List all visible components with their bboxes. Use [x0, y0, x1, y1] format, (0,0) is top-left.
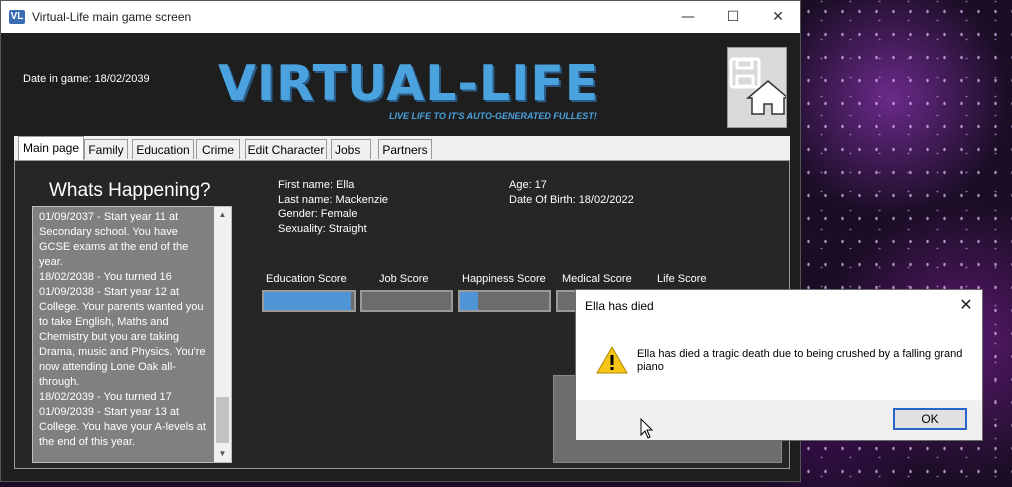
tagline: LIVE LIFE TO IT'S AUTO-GENERATED FULLEST… — [389, 111, 597, 121]
log-entry: 18/02/2038 - You turned 16 — [39, 271, 172, 283]
character-age-info: Age: 17 Date Of Birth: 18/02/2022 — [509, 178, 634, 207]
tab-strip: Main page Family Education Crime Edit Ch… — [14, 136, 790, 160]
age: Age: 17 — [509, 179, 547, 191]
education-score-bar — [262, 290, 356, 312]
log-entry: 01/09/2037 - Start year 11 at Secondary … — [39, 211, 189, 268]
dialog-title: Ella has died — [585, 299, 654, 313]
date-of-birth: Date Of Birth: 18/02/2022 — [509, 193, 634, 206]
whats-happening-log[interactable]: 01/09/2037 - Start year 11 at Secondary … — [32, 206, 232, 463]
log-entry: 01/09/2039 - Start year 13 at College. Y… — [39, 406, 206, 448]
whats-happening-title: Whats Happening? — [49, 180, 211, 201]
scroll-up-icon[interactable]: ▲ — [214, 207, 231, 223]
tab-education[interactable]: Education — [132, 139, 194, 159]
job-score-label: Job Score — [379, 273, 429, 285]
sexuality: Sexuality: Straight — [278, 222, 367, 235]
tab-crime[interactable]: Crime — [196, 139, 240, 159]
scroll-down-icon[interactable]: ▼ — [214, 446, 231, 462]
tab-family[interactable]: Family — [84, 139, 128, 159]
log-entry: 01/09/2038 - Start year 12 at College. Y… — [39, 286, 206, 388]
save-home-button[interactable] — [727, 47, 791, 128]
death-dialog: Ella has died ✕ Ella has died a tragic d… — [575, 289, 983, 441]
first-name: First name: Ella — [278, 179, 355, 191]
window-title: Virtual-Life main game screen — [32, 10, 192, 24]
last-name: Last name: Mackenzie — [278, 193, 389, 206]
education-score-fill — [264, 292, 352, 310]
gender: Gender: Female — [278, 208, 358, 220]
job-score-bar — [360, 290, 453, 312]
life-score-label: Life Score — [657, 273, 707, 285]
happiness-score-fill — [460, 292, 478, 310]
happiness-score-bar — [458, 290, 551, 312]
log-entry: 18/02/2039 - You turned 17 — [39, 391, 172, 403]
warning-icon — [596, 346, 628, 374]
log-text: 01/09/2037 - Start year 11 at Secondary … — [39, 210, 211, 450]
character-info: First name: Ella Last name: Mackenzie Ge… — [278, 178, 388, 236]
happiness-score-label: Happiness Score — [462, 273, 546, 285]
date-in-game: Date in game: 18/02/2039 — [23, 73, 150, 85]
cursor-icon — [640, 418, 654, 439]
dialog-body: Ella has died a tragic death due to bein… — [576, 321, 982, 400]
log-scrollbar[interactable]: ▲ ▼ — [214, 207, 231, 462]
ok-button[interactable]: OK — [893, 408, 967, 430]
education-score-label: Education Score — [266, 273, 347, 285]
dialog-message: Ella has died a tragic death due to bein… — [637, 348, 963, 373]
tab-edit-character[interactable]: Edit Character — [245, 139, 327, 159]
app-icon: VL — [9, 10, 25, 24]
tab-main-page[interactable]: Main page — [18, 136, 84, 160]
medical-score-label: Medical Score — [562, 273, 632, 285]
tab-partners[interactable]: Partners — [378, 139, 432, 159]
minimize-button[interactable]: — — [665, 5, 711, 29]
scroll-thumb[interactable] — [216, 397, 229, 443]
dialog-title-bar: Ella has died ✕ — [576, 290, 982, 321]
tab-jobs[interactable]: Jobs — [331, 139, 371, 159]
logo: VIRTUAL-LIFE — [218, 55, 600, 112]
title-bar: VL Virtual-Life main game screen — ☐ ✕ — [1, 1, 800, 33]
dialog-close-button[interactable]: ✕ — [954, 294, 978, 316]
close-button[interactable]: ✕ — [755, 5, 801, 29]
maximize-button[interactable]: ☐ — [710, 5, 756, 29]
save-icon — [729, 57, 761, 89]
